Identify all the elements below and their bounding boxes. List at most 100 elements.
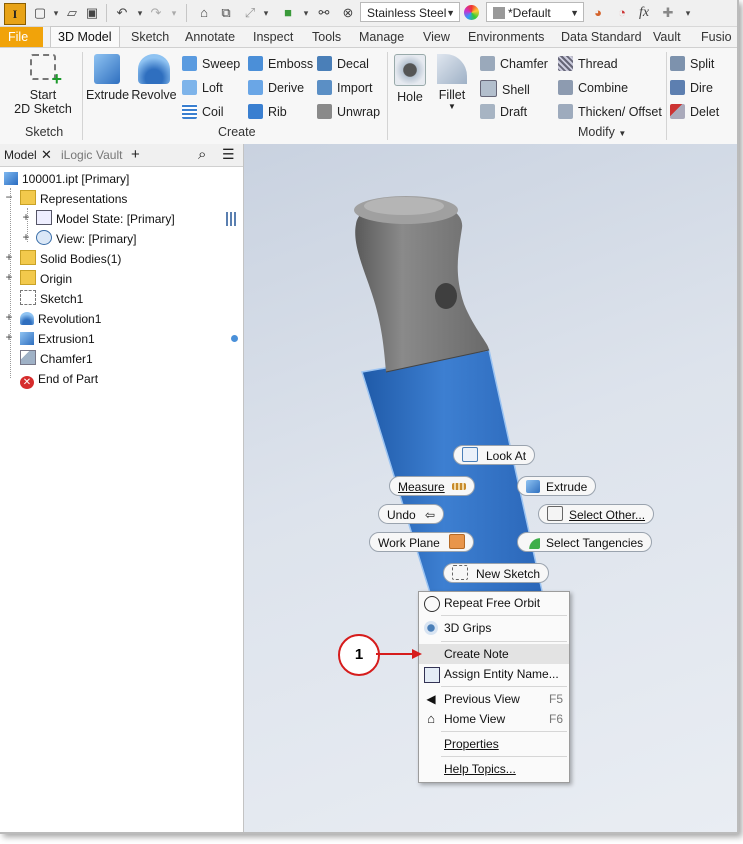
tree-item-view[interactable]: View: [Primary] [36,230,136,248]
material-dropdown[interactable]: Stainless Steel ▼ [360,2,460,22]
split-button[interactable]: Split [670,56,714,71]
tree-item-solid-bodies[interactable]: Solid Bodies(1) [20,250,121,268]
menu-item-properties[interactable]: Properties [419,734,569,754]
model-state-table-icon[interactable] [226,212,236,226]
thread-button[interactable]: Thread [558,56,618,71]
shell-button[interactable]: Shell [480,80,530,97]
app-menu-button[interactable]: I [4,3,26,25]
customize-dropdown-icon[interactable]: ▾ [680,5,696,21]
measure-icon[interactable]: ⚯ [316,5,332,21]
browser-tab-vault[interactable]: Vault [96,148,122,162]
select-icon[interactable]: ⤢ [242,5,258,21]
thicken-offset-button[interactable]: Thicken/ Offset [558,104,662,119]
tab-annotate[interactable]: Annotate [185,27,235,47]
select-tangencies-button[interactable]: Select Tangencies [517,532,653,552]
select-dropdown-icon[interactable]: ▾ [258,5,274,21]
hole-button[interactable]: Hole [391,54,429,104]
adjust-appearance-icon[interactable]: ◕ [590,5,606,21]
menu-item-repeat-free-orbit[interactable]: Repeat Free Orbit [419,593,569,613]
expand-icon[interactable]: + [4,310,14,324]
chamfer-button[interactable]: Chamfer [480,56,548,71]
new-sketch-button[interactable]: New Sketch [443,563,550,583]
undo-dropdown-icon[interactable]: ▾ [132,5,148,21]
update-dropdown-icon[interactable]: ▾ [298,5,314,21]
expand-icon[interactable]: + [4,270,14,284]
select-other-button[interactable]: Select Other... [538,504,655,524]
menu-item-assign-entity-name[interactable]: Assign Entity Name... [419,664,569,684]
fillet-dropdown-icon[interactable]: ▼ [434,102,470,111]
rib-button[interactable]: Rib [248,104,287,119]
tab-sketch[interactable]: Sketch [131,27,169,47]
menu-item-home-view[interactable]: ⌂ Home View F6 [419,709,569,729]
tree-item-revolution1[interactable]: Revolution1 [20,310,101,328]
tab-3d-model[interactable]: 3D Model [50,26,120,49]
collapse-icon[interactable]: − [4,190,14,204]
extrude-button[interactable]: Extrude [86,54,129,102]
appearance-dropdown[interactable]: *Default ▼ [486,2,584,22]
add-tab-icon[interactable]: + [131,146,140,163]
tab-tools[interactable]: Tools [312,27,341,47]
combine-button[interactable]: Combine [558,80,628,95]
menu-icon[interactable]: ☰ [222,146,235,163]
tab-file[interactable]: File [0,27,43,47]
tree-item-representations[interactable]: Representations [20,190,127,208]
menu-item-previous-view[interactable]: ◀ Previous View F5 [419,689,569,709]
new-file-icon[interactable]: ▢ [32,5,48,21]
close-icon[interactable]: ✕ [41,147,52,163]
copy-icon[interactable]: ⧉ [218,5,234,21]
parameters-fx-icon[interactable]: fx [636,5,652,21]
revolve-button[interactable]: Revolve [131,54,177,102]
expand-icon[interactable]: + [21,210,31,224]
direct-button[interactable]: Dire [670,80,713,95]
tab-view[interactable]: View [423,27,450,47]
tab-fusion[interactable]: Fusio [701,27,732,47]
expand-icon[interactable]: + [4,250,14,264]
tree-item-origin[interactable]: Origin [20,270,72,288]
appearance-wheel-icon[interactable] [464,5,479,20]
update-icon[interactable]: ■ [280,5,296,21]
extrude-button[interactable]: Extrude [517,476,597,496]
new-dropdown-icon[interactable]: ▾ [48,5,64,21]
browser-tab-ilogic[interactable]: iLogic [61,148,92,162]
unwrap-button[interactable]: Unwrap [317,104,380,119]
look-at-button[interactable]: Look At [453,445,536,465]
tree-item-chamfer1[interactable]: Chamfer1 [20,350,93,368]
undo-icon[interactable]: ↶ [114,5,130,21]
delete-face-button[interactable]: Delet [670,104,719,119]
expand-icon[interactable]: + [21,230,31,244]
tab-vault[interactable]: Vault [653,27,681,47]
material-ball-icon[interactable]: ⊗ [340,5,356,21]
tab-manage[interactable]: Manage [359,27,404,47]
home-icon[interactable]: ⌂ [196,5,212,21]
loft-button[interactable]: Loft [182,80,223,95]
menu-item-3d-grips[interactable]: 3D Grips [419,618,569,638]
fillet-button[interactable]: Fillet ▼ [434,54,470,111]
tab-environments[interactable]: Environments [468,27,544,47]
tree-item-part[interactable]: 100001.ipt [Primary] [4,170,129,188]
start-2d-sketch-button[interactable]: + Start 2D Sketch [12,54,74,116]
redo-dropdown-icon[interactable]: ▾ [166,5,182,21]
redo-icon[interactable]: ↷ [148,5,164,21]
open-folder-icon[interactable]: ▱ [64,5,80,21]
measure-button[interactable]: Measure [389,476,476,496]
undo-button[interactable]: Undo ⇦ [378,504,445,524]
emboss-button[interactable]: Emboss [248,56,313,71]
browser-tab-model[interactable]: Model [4,148,37,162]
menu-item-help-topics[interactable]: Help Topics... [419,759,569,779]
tree-item-model-state[interactable]: Model State: [Primary] [36,210,175,228]
work-plane-button[interactable]: Work Plane [369,532,475,552]
decal-button[interactable]: Decal [317,56,369,71]
add-icon[interactable]: ✚ [660,5,676,21]
modify-panel-label[interactable]: Modify ▼ [578,125,626,139]
tree-item-end-of-part[interactable]: ✕ End of Part [20,370,98,389]
expand-icon[interactable]: + [4,330,14,344]
coil-button[interactable]: Coil [182,104,224,119]
tab-data-standard[interactable]: Data Standard [561,27,642,47]
derive-button[interactable]: Derive [248,80,304,95]
import-button[interactable]: Import [317,80,372,95]
save-icon[interactable]: ▣ [84,5,100,21]
search-icon[interactable]: ⌕ [198,146,206,163]
draft-button[interactable]: Draft [480,104,527,119]
menu-item-create-note[interactable]: Create Note [419,644,569,664]
tab-inspect[interactable]: Inspect [253,27,293,47]
